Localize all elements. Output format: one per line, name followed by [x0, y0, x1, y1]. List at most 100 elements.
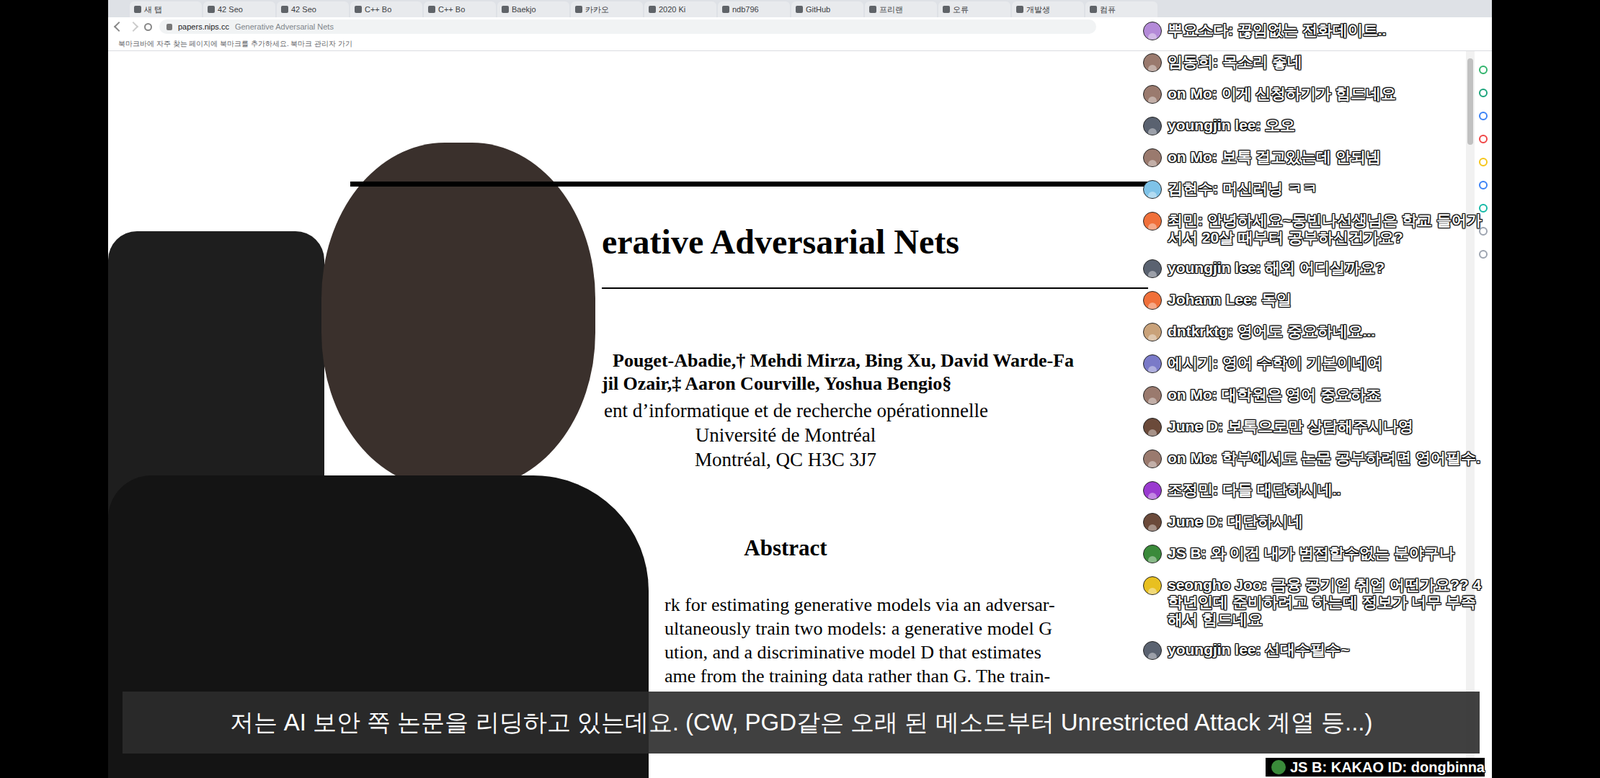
chat-text: 영어 수학이 기본이네여 — [1222, 354, 1383, 372]
favicon-icon — [134, 5, 142, 13]
favicon-icon — [575, 5, 583, 13]
chat-message: 김현수: 머신러닝 ㅋㅋ — [1143, 173, 1487, 206]
abstract-line: ultaneously train two models: a generati… — [664, 616, 1492, 641]
chat-text: 대단하시네 — [1227, 513, 1304, 530]
favicon-icon — [281, 5, 289, 13]
extension-icon[interactable] — [1478, 250, 1488, 259]
favicon-icon — [1089, 5, 1097, 13]
chat-name: Johann Lee: — [1167, 291, 1257, 308]
chat-message: June D: 보톡으로만 상담해주시나영 — [1143, 411, 1487, 444]
chat-message: seongho Joo: 금융 공기업 취업 어떤가요?? 4학년인데 준비하려… — [1143, 570, 1487, 635]
tab-bar: 새 탭42 Seo42 SeoC++ BoC++ BoBaekjo카카오2020… — [108, 0, 1492, 18]
chat-name: 조정민: — [1167, 481, 1219, 499]
browser-tab[interactable]: ndb796 — [717, 1, 790, 18]
browser-tab[interactable]: Baekjo — [497, 1, 570, 18]
favicon-icon — [722, 5, 730, 13]
chat-text: 선대수필수~ — [1264, 641, 1350, 659]
chat-text: 독일 — [1261, 291, 1292, 308]
chat-name: youngjin lee: — [1167, 116, 1262, 134]
browser-tab[interactable]: 프리랜 — [864, 1, 937, 18]
avatar-icon — [1143, 53, 1162, 73]
chat-name: 에시기: — [1167, 354, 1219, 372]
subtitle-box: 저는 AI 보안 쪽 논문을 리딩하고 있는데요. (CW, PGD같은 오래 … — [122, 691, 1480, 754]
chat-message: 뿌요소다: 끊임없는 전화데이트.. — [1143, 15, 1487, 47]
chat-name: June D: — [1167, 513, 1224, 530]
person-head-block — [321, 142, 596, 489]
chat-text: 끊임없는 전화데이트.. — [1237, 21, 1387, 39]
avatar-icon — [1143, 641, 1162, 661]
avatar-icon — [1143, 481, 1162, 501]
chat-message: 최민: 안녕하세요~동빈나선생님은 학교 들어가서서 20살 때부터 공부하신건… — [1143, 205, 1487, 253]
avatar-icon — [1143, 180, 1162, 199]
browser-tab[interactable]: 컴퓨 — [1085, 1, 1158, 18]
chat-name: 김현수: — [1167, 180, 1219, 197]
chat-name: JS B: — [1167, 544, 1207, 562]
chat-message: Johann Lee: 독일 — [1143, 284, 1487, 317]
avatar-icon — [1143, 291, 1162, 310]
avatar-icon — [1143, 354, 1162, 374]
extension-icon[interactable] — [1478, 88, 1488, 98]
forward-icon[interactable] — [128, 21, 139, 32]
chat-name: on Mo: — [1167, 449, 1218, 467]
lock-icon — [166, 23, 173, 31]
chat-text: 보톡 걸고있는데 안되넴 — [1221, 148, 1382, 166]
extension-icon[interactable] — [1478, 134, 1488, 144]
browser-tab[interactable]: 개발생 — [1011, 1, 1084, 18]
avatar-icon — [1143, 259, 1162, 279]
chat-name: dntkrktg: — [1167, 322, 1234, 340]
avatar-icon — [1143, 211, 1162, 231]
browser-tab[interactable]: 42 Seo — [203, 1, 276, 18]
browser-tab[interactable]: 42 Seo — [276, 1, 349, 18]
chat-message: June D: 대단하시네 — [1143, 506, 1487, 539]
avatar-icon — [1143, 576, 1162, 596]
extension-icon[interactable] — [1478, 180, 1488, 190]
browser-tab[interactable]: C++ Bo — [350, 1, 423, 18]
chat-name: seongho Joo: — [1167, 576, 1268, 594]
avatar-icon — [1143, 116, 1162, 136]
chat-message: on Mo: 대학원은 영어 중요하죠 — [1143, 379, 1487, 412]
title-rule-thin — [601, 287, 1149, 290]
browser-tab[interactable]: C++ Bo — [423, 1, 496, 18]
avatar-icon — [1143, 544, 1162, 564]
avatar-icon — [1143, 513, 1162, 532]
bookmark-bar: 북마크바에 자주 찾는 페이지에 북마크를 추가하세요. 북마크 관리자 가기 — [108, 36, 1492, 52]
chat-message: 에시기: 영어 수학이 기본이네여 — [1143, 348, 1487, 380]
extension-icon[interactable] — [1478, 203, 1488, 213]
avatar-icon — [1143, 85, 1162, 104]
favicon-icon — [207, 5, 215, 13]
scrollbar-thumb[interactable] — [1467, 58, 1474, 145]
back-icon[interactable] — [113, 21, 124, 32]
favicon-icon — [428, 5, 436, 13]
extension-icon[interactable] — [1478, 157, 1488, 167]
chat-text: 해외 어디실까요? — [1264, 259, 1385, 277]
address-bar[interactable]: papers.nips.ccGenerative Adversarial Net… — [159, 19, 1097, 34]
chat-text: 대학원은 영어 중요하죠 — [1221, 386, 1382, 403]
abstract-line: ame from the training data rather than G… — [664, 664, 1492, 689]
chat-message: on Mo: 학부에서도 논문 공부하려면 영어필수. — [1143, 443, 1487, 475]
chat-text: 이게 신청하기가 힘드네요 — [1221, 85, 1397, 102]
favicon-icon — [869, 5, 877, 13]
browser-tab[interactable]: 오류 — [938, 1, 1011, 18]
scrollbar[interactable] — [1465, 51, 1475, 778]
chat-name: June D: — [1167, 418, 1224, 435]
chat-text: 안녕하세요~동빈나선생님은 학교 들어가서서 20살 때부터 공부하신건가요? — [1167, 211, 1482, 246]
browser-tab[interactable]: 카카오 — [570, 1, 643, 18]
chat-overlay: 뿌요소다: 끊임없는 전화데이트..임동희: 목소리 좋네on Mo: 이게 신… — [1143, 0, 1492, 667]
chat-name: on Mo: — [1167, 85, 1218, 102]
title-rule — [350, 181, 1149, 187]
extension-icon[interactable] — [1478, 65, 1488, 75]
browser-tab[interactable]: 새 탭 — [129, 1, 202, 18]
extension-icon[interactable] — [1478, 111, 1488, 121]
browser-tab[interactable]: GitHub — [791, 1, 864, 18]
avatar-icon — [1143, 449, 1162, 469]
footer-chat: JS B: KAKAO ID: dongbinna — [1265, 758, 1485, 777]
chat-text: 머신러닝 ㅋㅋ — [1222, 180, 1318, 197]
browser-tab[interactable]: 2020 Ki — [644, 1, 717, 18]
chat-name: 뿌요소다: — [1167, 21, 1234, 39]
chat-text: 오오 — [1264, 116, 1296, 134]
chat-text: 보톡으로만 상담해주시나영 — [1227, 418, 1414, 435]
chat-message: youngjin lee: 선대수필수~ — [1143, 634, 1487, 667]
chat-message: youngjin lee: 해외 어디실까요? — [1143, 252, 1487, 285]
reload-icon[interactable] — [144, 23, 153, 31]
chat-name: youngjin lee: — [1167, 259, 1262, 277]
